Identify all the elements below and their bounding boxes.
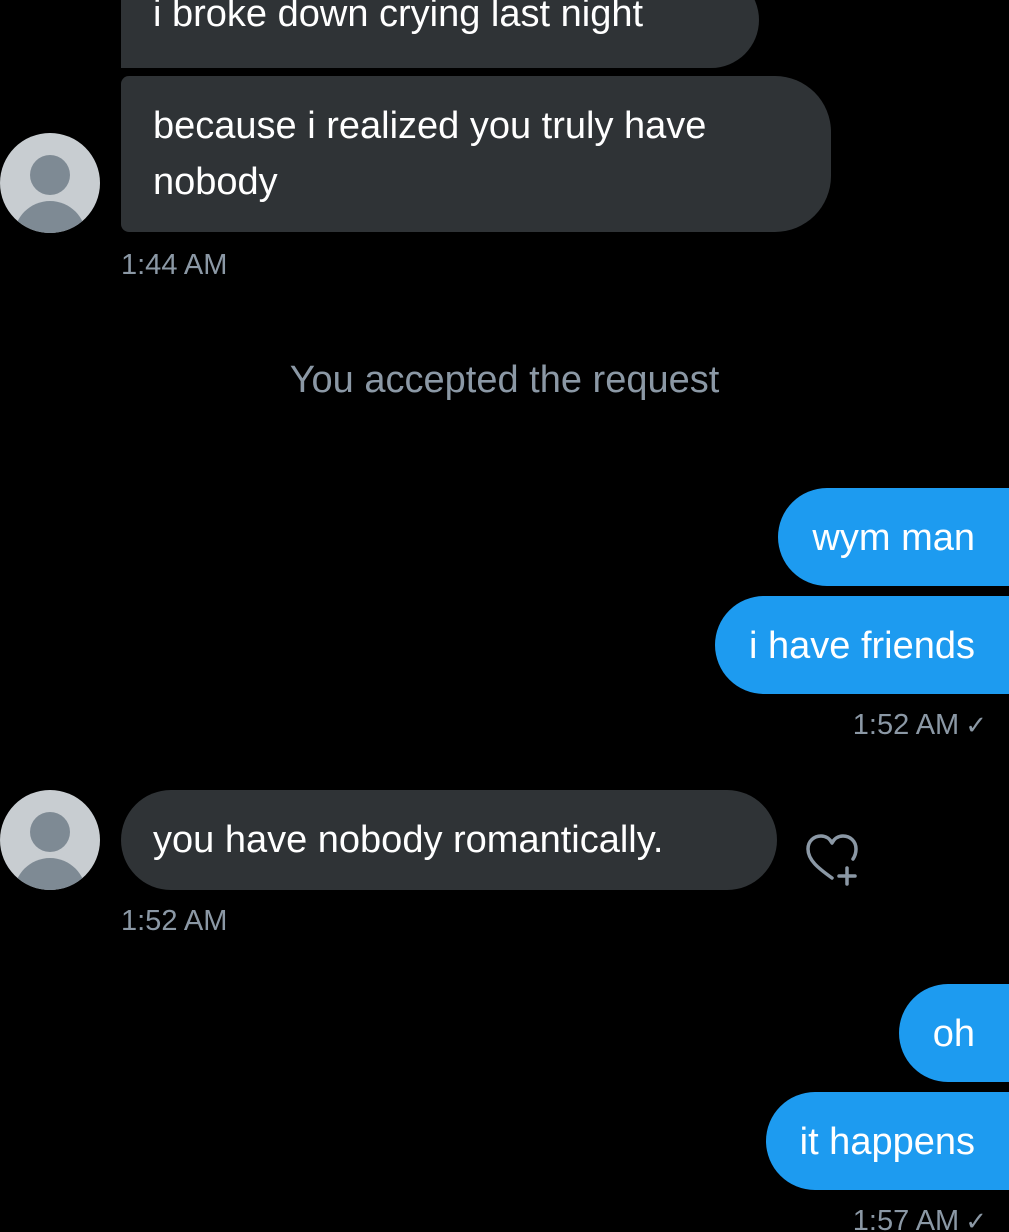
outgoing-message-bubble[interactable]: it happens <box>765 1092 1009 1190</box>
message-text: it happens <box>799 1121 975 1163</box>
checkmark-icon: ✓ <box>965 1206 987 1232</box>
heart-plus-icon[interactable] <box>800 826 864 890</box>
message-timestamp: 1:57 AM ✓ <box>853 1204 987 1232</box>
message-timestamp: 1:52 AM <box>121 905 228 937</box>
incoming-message-bubble[interactable]: because i realized you truly have nobody <box>121 76 831 232</box>
default-avatar-icon[interactable] <box>0 133 100 233</box>
outgoing-message-bubble[interactable]: oh <box>898 984 1009 1082</box>
message-text: wym man <box>812 517 975 559</box>
outgoing-message-bubble[interactable]: wym man <box>778 488 1009 586</box>
conversation-view: i broke down crying last night because i… <box>0 0 1009 1232</box>
checkmark-icon: ✓ <box>965 710 987 740</box>
incoming-message-bubble[interactable]: you have nobody romantically. <box>121 790 777 890</box>
outgoing-message-bubble[interactable]: i have friends <box>714 596 1009 694</box>
message-text: you have nobody romantically. <box>153 819 664 861</box>
message-timestamp: 1:44 AM <box>121 249 228 281</box>
default-avatar-icon[interactable] <box>0 790 100 890</box>
message-text: i broke down crying last night <box>153 0 644 35</box>
system-message: You accepted the request <box>289 359 720 401</box>
message-text: nobody <box>153 161 278 203</box>
incoming-message-bubble[interactable]: i broke down crying last night <box>121 0 759 68</box>
message-text: i have friends <box>748 625 975 667</box>
message-text: because i realized you truly have <box>153 105 707 147</box>
message-text: oh <box>932 1013 975 1055</box>
message-timestamp: 1:52 AM ✓ <box>852 709 987 741</box>
